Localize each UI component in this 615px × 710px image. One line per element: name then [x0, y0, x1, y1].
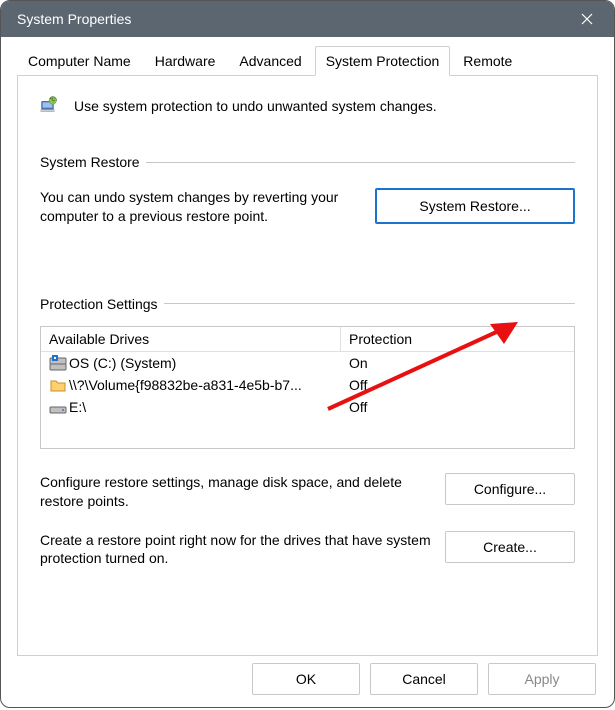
- system-properties-window: System Properties Computer Name Hardware…: [0, 0, 615, 708]
- divider: [164, 303, 575, 304]
- tab-computer-name[interactable]: Computer Name: [17, 46, 142, 76]
- table-row[interactable]: E:\ Off: [41, 396, 574, 418]
- folder-icon: [49, 376, 67, 394]
- group-label-restore: System Restore: [40, 154, 140, 170]
- drive-name: OS (C:) (System): [69, 355, 176, 371]
- window-title: System Properties: [17, 11, 131, 27]
- close-button[interactable]: [564, 1, 610, 37]
- drive-status: On: [341, 353, 574, 373]
- group-label-protection: Protection Settings: [40, 296, 158, 312]
- drive-status: Off: [341, 375, 574, 395]
- apply-button[interactable]: Apply: [488, 663, 596, 695]
- tab-hardware[interactable]: Hardware: [144, 46, 227, 76]
- divider: [146, 162, 575, 163]
- header-protection[interactable]: Protection: [341, 327, 574, 352]
- drive-name: \\?\Volume{f98832be-a831-4e5b-b7...: [69, 377, 302, 393]
- tab-advanced[interactable]: Advanced: [228, 46, 312, 76]
- tab-strip: Computer Name Hardware Advanced System P…: [17, 45, 598, 76]
- group-protection-settings: Protection Settings Available Drives Pro…: [40, 296, 575, 569]
- group-system-restore: System Restore You can undo system chang…: [40, 154, 575, 226]
- system-drive-icon: [49, 354, 67, 372]
- configure-button[interactable]: Configure...: [445, 473, 575, 505]
- table-row[interactable]: \\?\Volume{f98832be-a831-4e5b-b7... Off: [41, 374, 574, 396]
- drives-table: Available Drives Protection OS (C:) (Sys…: [40, 326, 575, 449]
- intro-text: Use system protection to undo unwanted s…: [74, 96, 437, 114]
- table-body: OS (C:) (System) On \\?\Volume{f98832be-…: [41, 352, 574, 448]
- intro-row: Use system protection to undo unwanted s…: [40, 96, 575, 114]
- system-restore-button[interactable]: System Restore...: [375, 188, 575, 224]
- tab-system-protection[interactable]: System Protection: [315, 46, 451, 76]
- drive-name: E:\: [69, 399, 86, 415]
- tab-content: Use system protection to undo unwanted s…: [17, 76, 598, 656]
- ok-button[interactable]: OK: [252, 663, 360, 695]
- drive-icon: [49, 398, 67, 416]
- restore-description: You can undo system changes by reverting…: [40, 188, 357, 226]
- dialog-footer: OK Cancel Apply: [252, 663, 596, 695]
- table-row[interactable]: OS (C:) (System) On: [41, 352, 574, 374]
- header-drives[interactable]: Available Drives: [41, 327, 341, 352]
- configure-description: Configure restore settings, manage disk …: [40, 473, 431, 511]
- close-icon: [581, 13, 593, 25]
- table-header: Available Drives Protection: [41, 327, 574, 352]
- cancel-button[interactable]: Cancel: [370, 663, 478, 695]
- create-button[interactable]: Create...: [445, 531, 575, 563]
- drive-status: Off: [341, 397, 574, 417]
- titlebar: System Properties: [1, 1, 614, 37]
- create-description: Create a restore point right now for the…: [40, 531, 431, 569]
- tab-remote[interactable]: Remote: [452, 46, 523, 76]
- system-protection-icon: [40, 96, 58, 114]
- client-area: Computer Name Hardware Advanced System P…: [1, 37, 614, 666]
